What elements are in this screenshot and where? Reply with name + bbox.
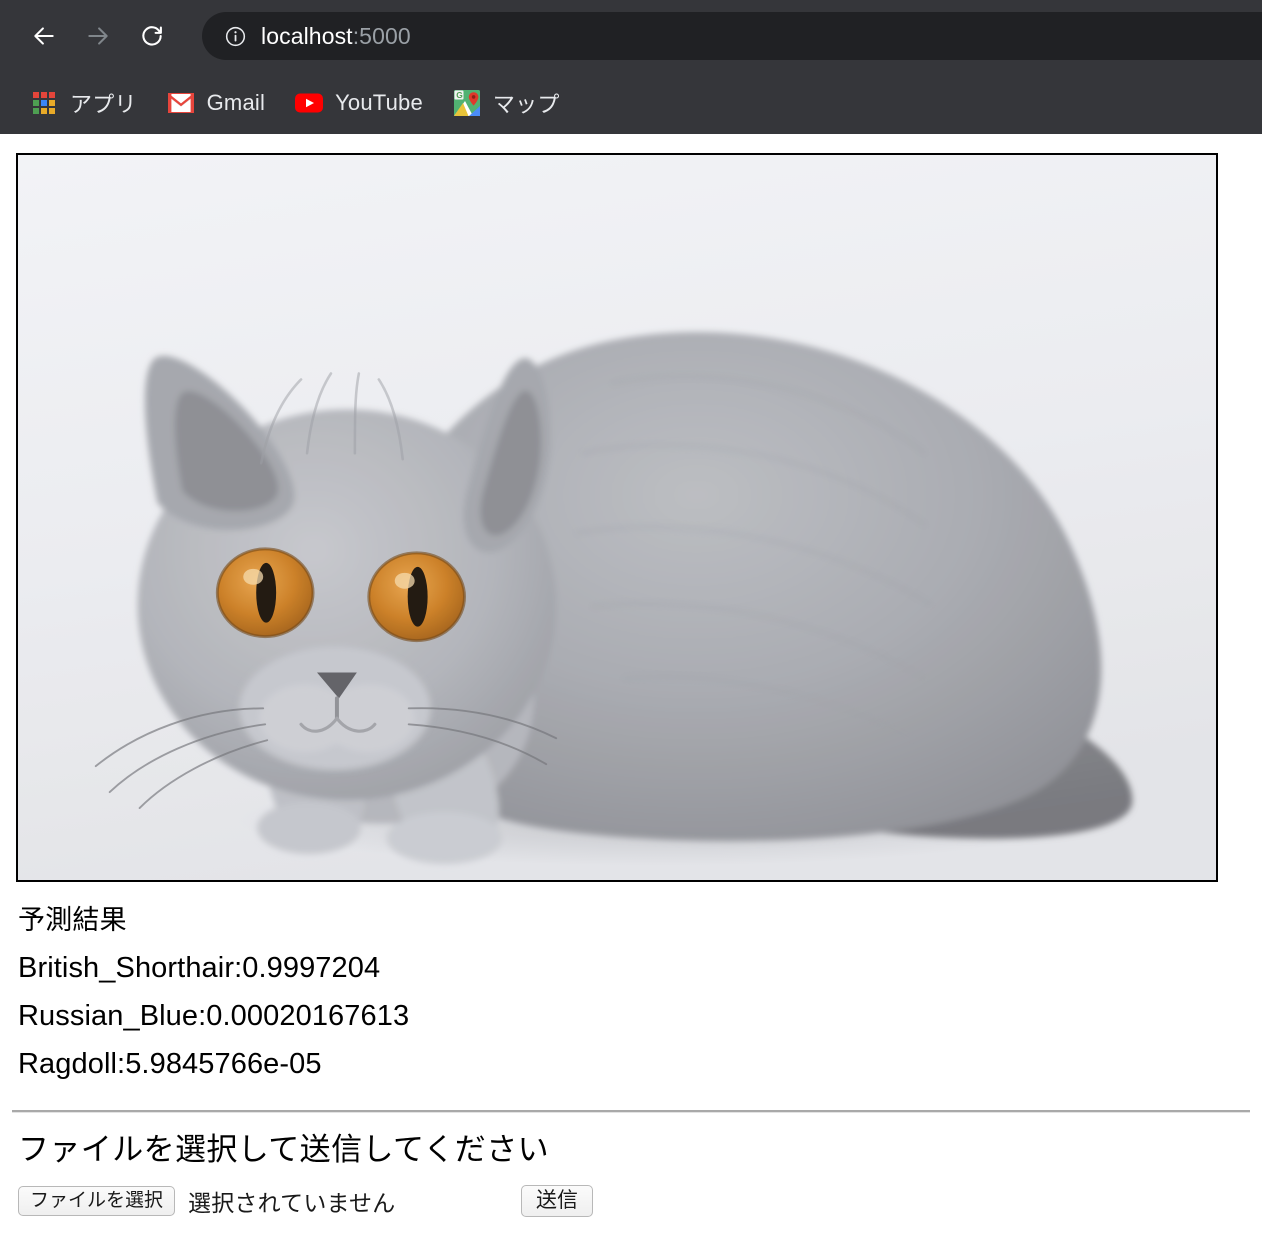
apps-grid-icon (30, 89, 58, 117)
prediction-result: 予測結果 British_Shorthair:0.9997204 Russian… (18, 896, 1262, 1088)
back-arrow-icon (34, 27, 54, 45)
bookmark-maps-label: マップ (492, 92, 560, 117)
bookmark-youtube-label: YouTube (335, 90, 423, 115)
prediction-row: Russian_Blue:0.00020167613 (18, 1000, 410, 1032)
url-text: localhost:5000 (261, 23, 411, 50)
prediction-row: Ragdoll:5.9845766e-05 (18, 1048, 322, 1080)
google-maps-icon: G (453, 89, 481, 117)
bookmark-apps-label: アプリ (70, 92, 137, 117)
upload-form: ファイルを選択して送信してください ファイルを選択 選択されていません 送信 (18, 1129, 1262, 1217)
bookmark-gmail[interactable]: Gmail (157, 83, 275, 123)
address-bar[interactable]: localhost:5000 (202, 12, 1262, 60)
url-port: :5000 (352, 22, 411, 49)
url-host: localhost (261, 22, 353, 49)
no-file-selected-text: 選択されていません (188, 1190, 396, 1216)
reload-icon (142, 26, 162, 46)
browser-chrome: localhost:5000 アプリ Gmail YouTube G マップ (0, 0, 1262, 134)
prediction-image-frame (16, 153, 1218, 882)
svg-text:G: G (456, 90, 463, 100)
reload-button[interactable] (130, 14, 174, 58)
bookmark-maps[interactable]: G マップ (443, 83, 570, 123)
youtube-icon (295, 89, 324, 117)
forward-button[interactable] (76, 14, 120, 58)
bookmarks-bar: アプリ Gmail YouTube G マップ (0, 74, 1262, 132)
info-circle-icon[interactable] (223, 24, 247, 48)
page-content: 予測結果 British_Shorthair:0.9997204 Russian… (0, 153, 1262, 1217)
back-button[interactable] (22, 14, 66, 58)
gmail-icon (167, 89, 195, 117)
bookmark-apps[interactable]: アプリ (20, 83, 147, 123)
section-divider (12, 1110, 1250, 1113)
prediction-row: British_Shorthair:0.9997204 (18, 952, 381, 984)
submit-button[interactable]: 送信 (521, 1185, 593, 1217)
upload-form-title: ファイルを選択して送信してください (18, 1132, 550, 1167)
bookmark-gmail-label: Gmail (206, 90, 266, 115)
browser-nav-row: localhost:5000 (0, 0, 1262, 72)
cat-photo (18, 155, 1216, 880)
bookmark-youtube[interactable]: YouTube (285, 83, 433, 123)
file-input-row: ファイルを選択 選択されていません 送信 (18, 1185, 1262, 1217)
choose-file-button[interactable]: ファイルを選択 (18, 1186, 176, 1216)
result-heading: 予測結果 (18, 905, 127, 935)
forward-arrow-icon (88, 27, 108, 45)
